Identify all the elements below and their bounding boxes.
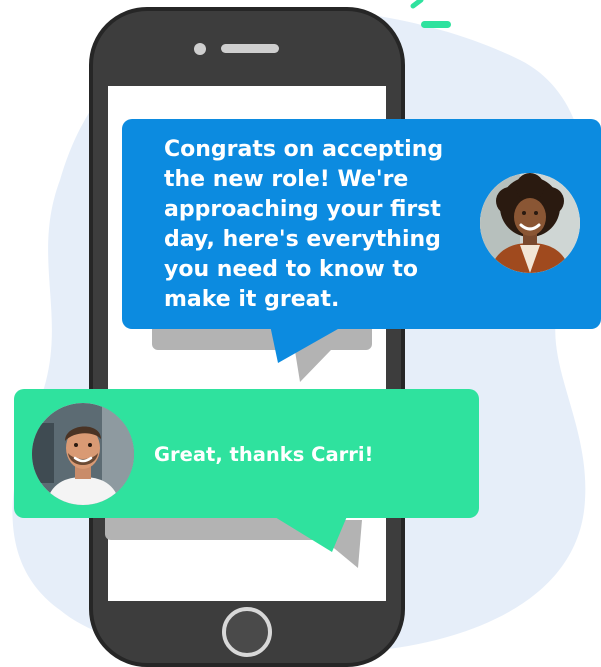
man-avatar-icon bbox=[32, 403, 134, 505]
reply-message-text: Great, thanks Carri! bbox=[154, 443, 374, 466]
accent-marks bbox=[410, 0, 451, 28]
woman-avatar-icon bbox=[480, 173, 580, 273]
reply-message-bubble: Great, thanks Carri! bbox=[14, 389, 479, 518]
reply-bubble-tail bbox=[270, 514, 348, 552]
phone-camera bbox=[194, 43, 206, 55]
phone-speaker bbox=[221, 44, 279, 53]
incoming-message-text: Congrats on accepting the new role! We'r… bbox=[164, 137, 444, 312]
incoming-message-bubble: Congrats on accepting the new role! We'r… bbox=[122, 119, 601, 329]
woman-avatar bbox=[480, 173, 580, 273]
man-avatar bbox=[32, 403, 134, 505]
incoming-bubble-tail bbox=[270, 325, 345, 363]
home-button[interactable] bbox=[222, 607, 272, 657]
illustration-scene: Congrats on accepting the new role! We'r… bbox=[0, 0, 601, 667]
